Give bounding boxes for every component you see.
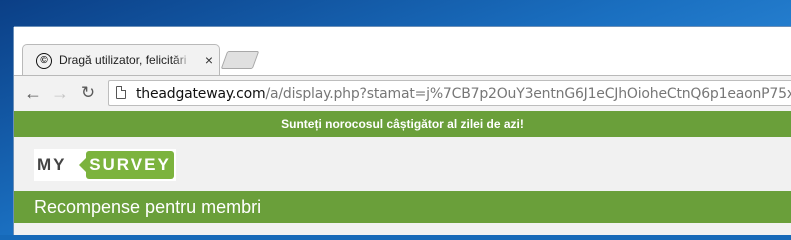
url-text[interactable]: theadgateway.com/a/display.php?stamat=j%… <box>136 85 791 103</box>
mysurvey-logo: MY SURVEY <box>34 149 176 181</box>
back-arrow-icon[interactable]: ← <box>22 82 44 104</box>
address-bar[interactable]: theadgateway.com/a/display.php?stamat=j%… <box>108 80 791 106</box>
tab-strip: © Dragă utilizator, felicitări × <box>14 27 791 76</box>
web-page: Sunteți norocosul câștigător al zilei de… <box>14 111 791 235</box>
forward-arrow-icon[interactable]: → <box>49 82 71 104</box>
page-info-icon[interactable] <box>116 86 126 99</box>
winner-banner: Sunteți norocosul câștigător al zilei de… <box>14 111 791 137</box>
reload-icon[interactable]: ↻ <box>77 82 99 104</box>
new-tab-button[interactable] <box>220 51 260 69</box>
browser-window: © Dragă utilizator, felicitări × ← → ↻ t… <box>14 27 791 235</box>
logo-area: MY SURVEY <box>14 137 791 191</box>
page-content-area <box>14 223 791 235</box>
close-icon[interactable]: × <box>201 51 217 69</box>
tab-active[interactable]: © Dragă utilizator, felicitări × <box>22 44 220 76</box>
url-host: theadgateway.com <box>136 86 266 102</box>
copyright-favicon-icon: © <box>36 53 52 69</box>
section-title: Recompense pentru membri <box>14 191 791 223</box>
logo-my-text: MY <box>37 155 67 174</box>
url-path: /a/display.php?stamat=j%7CB7p2OuY3entnG6… <box>265 86 791 102</box>
logo-survey-text: SURVEY <box>79 151 174 179</box>
browser-toolbar: ← → ↻ theadgateway.com/a/display.php?sta… <box>14 75 791 111</box>
tab-title: Dragă utilizator, felicitări <box>59 53 187 67</box>
